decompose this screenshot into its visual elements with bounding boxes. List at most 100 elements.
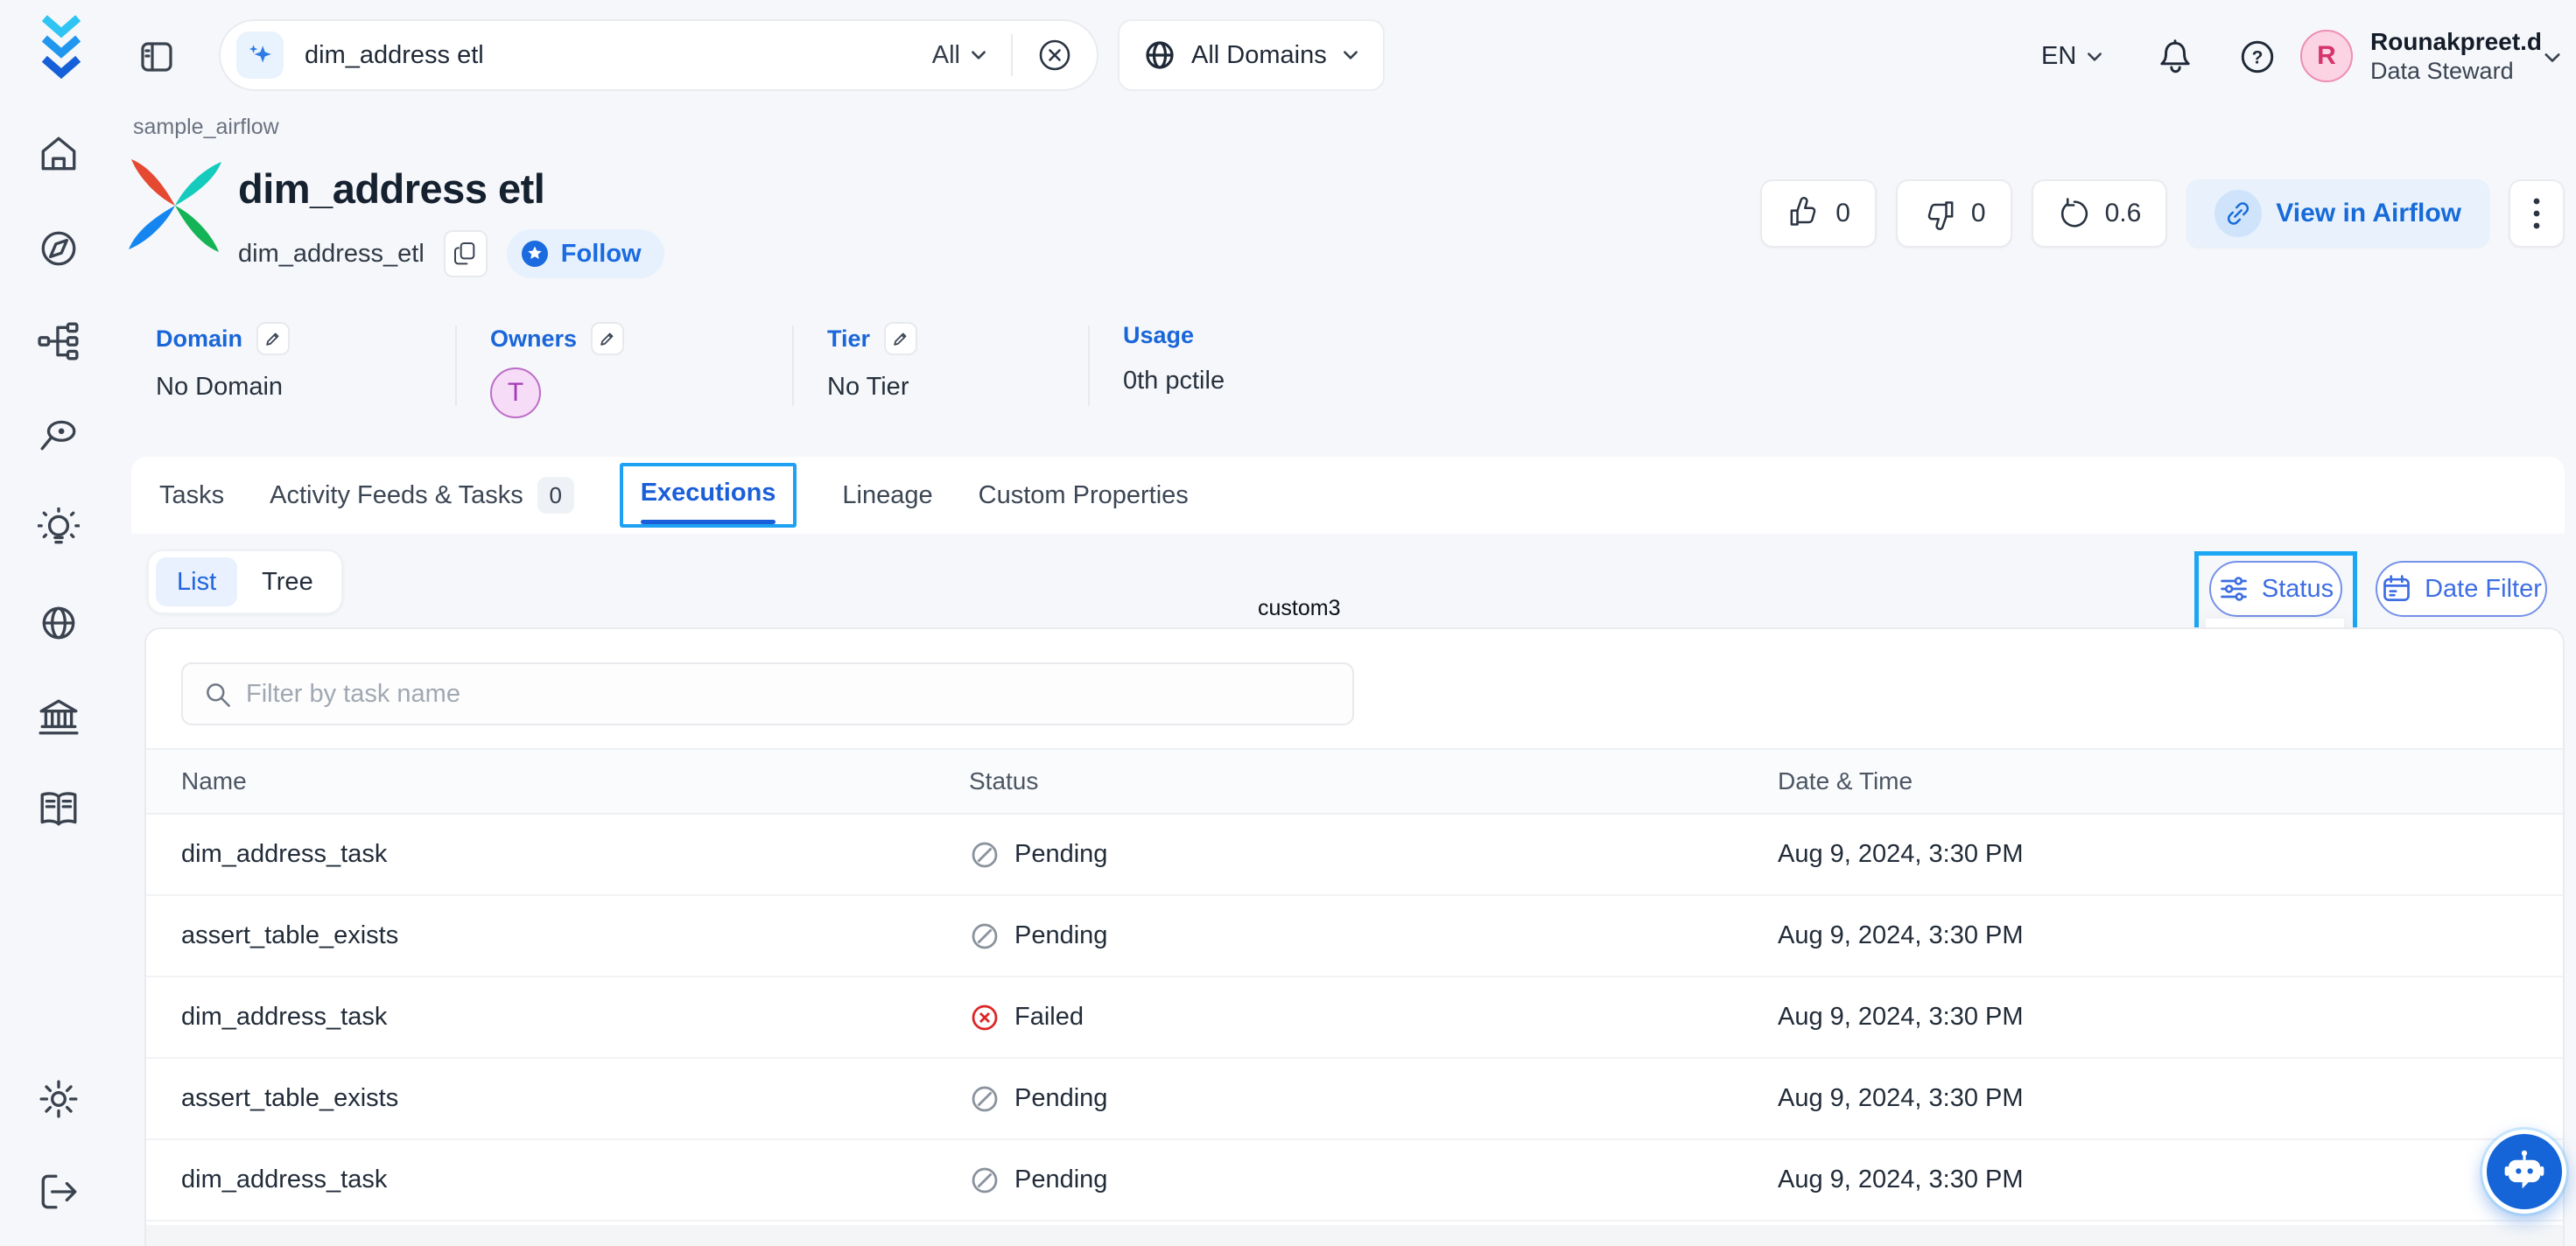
breadcrumb[interactable]: sample_airflow xyxy=(133,115,279,140)
task-name: dim_address_task xyxy=(146,1166,934,1194)
partial-next-row xyxy=(146,1225,2563,1246)
tab-activity-feeds[interactable]: Activity Feeds & Tasks 0 xyxy=(270,477,574,514)
entity-fqn: dim_address_etl xyxy=(238,240,425,269)
search-scope-label: All xyxy=(932,41,960,70)
task-name: dim_address_task xyxy=(146,1003,934,1032)
sidebar-logout-icon[interactable] xyxy=(38,1171,80,1213)
status-label: Pending xyxy=(1014,921,1107,950)
owners-label[interactable]: Owners xyxy=(490,326,577,353)
view-in-airflow-button[interactable]: View in Airflow xyxy=(2186,179,2489,248)
tab-tasks[interactable]: Tasks xyxy=(159,481,224,510)
user-role: Data Steward xyxy=(2370,57,2542,87)
owner-avatar[interactable]: T xyxy=(490,368,541,418)
notifications-bell-icon[interactable] xyxy=(2155,37,2195,77)
tab-custom-properties[interactable]: Custom Properties xyxy=(979,481,1189,510)
search-input[interactable] xyxy=(305,41,932,70)
table-body: dim_address_task Pending Aug 9, 2024, 3:… xyxy=(146,815,2563,1222)
search-scope-dropdown[interactable]: All xyxy=(932,41,988,70)
search-clear-icon[interactable] xyxy=(1035,36,1074,74)
task-name: dim_address_task xyxy=(146,840,934,869)
tier-label[interactable]: Tier xyxy=(827,326,870,353)
owners-group: Owners T xyxy=(490,322,624,418)
more-options-button[interactable] xyxy=(2509,179,2565,248)
downvote-button[interactable]: 0 xyxy=(1896,179,2012,248)
sidebar-settings-icon[interactable] xyxy=(38,1078,80,1120)
date-filter-button[interactable]: Date Filter xyxy=(2376,561,2547,617)
version-button[interactable]: 0.6 xyxy=(2032,179,2168,248)
sidebar-govern-icon[interactable] xyxy=(38,696,80,738)
task-name: assert_table_exists xyxy=(146,1084,934,1113)
sidebar-glossary-icon[interactable] xyxy=(38,788,80,830)
tree-view-toggle[interactable]: Tree xyxy=(241,557,334,606)
status-filter-button[interactable]: Status xyxy=(2209,561,2342,617)
upvote-button[interactable]: 0 xyxy=(1760,179,1877,248)
table-row[interactable]: assert_table_exists Pending Aug 9, 2024,… xyxy=(146,896,2563,977)
link-icon xyxy=(2215,190,2262,237)
activity-count-badge: 0 xyxy=(537,477,574,514)
entity-tabs: Tasks Activity Feeds & Tasks 0 Execution… xyxy=(131,457,2565,534)
table-header-row: Name Status Date & Time xyxy=(146,748,2563,815)
tab-executions[interactable]: Executions xyxy=(620,463,797,528)
list-view-toggle[interactable]: List xyxy=(156,557,237,606)
table-row[interactable]: assert_table_exists Pending Aug 9, 2024,… xyxy=(146,1059,2563,1140)
tab-lineage[interactable]: Lineage xyxy=(842,481,932,510)
task-filter-input[interactable] xyxy=(246,680,1333,709)
sidebar-collapse-icon[interactable] xyxy=(138,38,175,75)
divider xyxy=(792,326,794,406)
copy-icon[interactable] xyxy=(444,230,488,277)
all-domains-button[interactable]: All Domains xyxy=(1118,19,1385,91)
user-avatar[interactable]: R xyxy=(2300,30,2353,82)
user-avatar-initial: R xyxy=(2317,41,2336,71)
sidebar-explore-icon[interactable] xyxy=(38,228,80,270)
search-icon xyxy=(202,679,232,709)
user-menu[interactable]: Rounakpreet.d Data Steward xyxy=(2370,26,2542,87)
help-icon[interactable]: ? xyxy=(2237,37,2278,77)
sidebar-lineage-icon[interactable] xyxy=(38,320,80,362)
follow-button[interactable]: Follow xyxy=(507,229,664,278)
app-logo-icon[interactable] xyxy=(32,12,91,82)
status-label: Pending xyxy=(1014,1166,1107,1194)
chatbot-button[interactable] xyxy=(2482,1130,2566,1214)
task-filter-box[interactable] xyxy=(181,662,1354,725)
column-header-name: Name xyxy=(146,767,934,795)
ai-sparkle-icon xyxy=(236,32,284,79)
sidebar-domains-icon[interactable] xyxy=(38,602,80,644)
pending-icon xyxy=(969,1083,1000,1115)
task-name: assert_table_exists xyxy=(146,921,934,950)
user-menu-chevron-icon[interactable] xyxy=(2542,47,2563,68)
sidebar-home-icon[interactable] xyxy=(38,133,80,175)
summary-strip: Domain No Domain Owners T Tier No Tier xyxy=(156,322,2565,410)
edit-tier-icon[interactable] xyxy=(884,322,917,355)
domain-value: No Domain xyxy=(156,373,290,402)
sidebar-observability-icon[interactable] xyxy=(38,414,80,456)
owner-avatar-initial: T xyxy=(508,378,523,408)
custom3-label: custom3 xyxy=(1258,596,1340,621)
global-search-bar[interactable]: All xyxy=(219,19,1098,91)
executions-table-card: Name Status Date & Time dim_address_task… xyxy=(144,627,2565,1246)
calendar-icon xyxy=(2381,573,2412,605)
edit-domain-icon[interactable] xyxy=(256,322,290,355)
failed-icon xyxy=(969,1002,1000,1033)
run-datetime: Aug 9, 2024, 3:30 PM xyxy=(1743,921,2563,950)
language-selector[interactable]: EN xyxy=(2041,42,2104,71)
run-datetime: Aug 9, 2024, 3:30 PM xyxy=(1743,1166,2563,1194)
sidebar-insights-icon[interactable] xyxy=(38,508,80,550)
status-label: Failed xyxy=(1014,1003,1084,1032)
page-title: dim_address etl xyxy=(238,164,544,213)
table-row[interactable]: dim_address_task Pending Aug 9, 2024, 3:… xyxy=(146,1140,2563,1222)
table-row[interactable]: dim_address_task Pending Aug 9, 2024, 3:… xyxy=(146,815,2563,896)
domain-label[interactable]: Domain xyxy=(156,326,242,353)
left-sidebar xyxy=(0,0,116,1246)
tab-custom-properties-label: Custom Properties xyxy=(979,481,1189,510)
column-header-status: Status xyxy=(934,767,1743,795)
tab-executions-label: Executions xyxy=(641,479,776,508)
all-domains-label: All Domains xyxy=(1191,41,1327,70)
usage-label[interactable]: Usage xyxy=(1123,322,1194,349)
svg-text:?: ? xyxy=(2252,47,2264,67)
tab-tasks-label: Tasks xyxy=(159,481,224,510)
user-name: Rounakpreet.d xyxy=(2370,26,2542,57)
edit-owners-icon[interactable] xyxy=(591,322,624,355)
status-label: Pending xyxy=(1014,840,1107,869)
status-filter-label: Status xyxy=(2262,575,2334,604)
table-row[interactable]: dim_address_task Failed Aug 9, 2024, 3:3… xyxy=(146,977,2563,1059)
